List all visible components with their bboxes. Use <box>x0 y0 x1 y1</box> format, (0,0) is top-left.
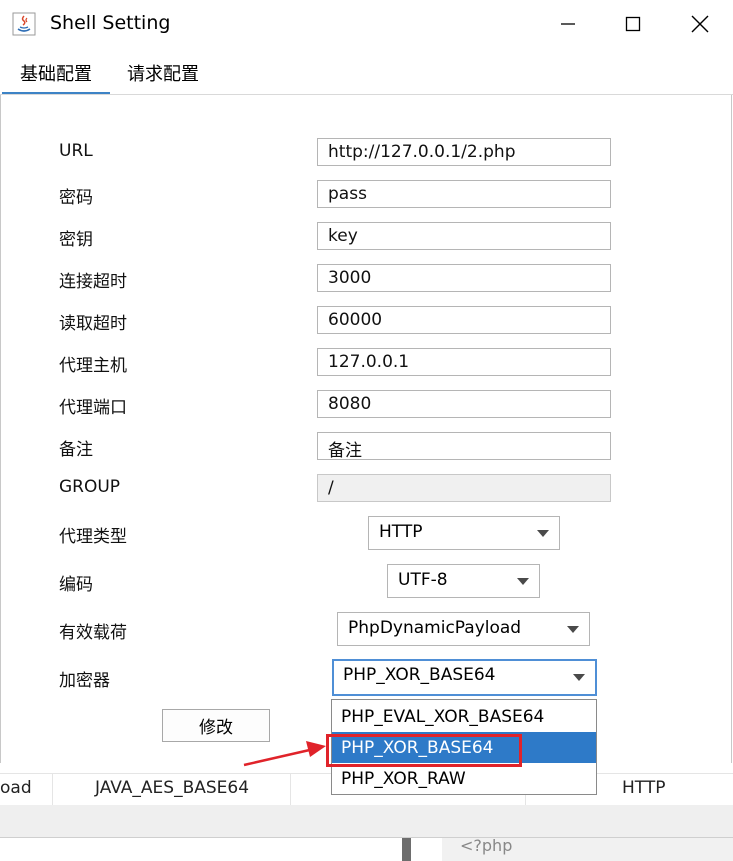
column-divider <box>52 774 53 805</box>
scrollbar-thumb[interactable] <box>402 838 411 861</box>
maximize-button[interactable] <box>600 0 666 48</box>
payload-value: PhpDynamicPayload <box>348 618 522 638</box>
table-cell: HTTP <box>622 778 666 798</box>
dropdown-option[interactable]: PHP_XOR_RAW <box>332 763 596 794</box>
chevron-down-icon <box>537 530 549 537</box>
label-password: 密码 <box>59 188 93 208</box>
encoding-value: UTF-8 <box>398 570 448 590</box>
encryptor-select[interactable]: PHP_XOR_BASE64 <box>332 659 597 696</box>
label-encoding: 编码 <box>59 575 93 595</box>
label-encryptor: 加密器 <box>59 671 110 691</box>
label-proxy-port: 代理端口 <box>59 398 127 418</box>
tab-bar: 基础配置 请求配置 <box>0 48 733 94</box>
proxy-type-value: HTTP <box>379 522 423 542</box>
close-button[interactable] <box>667 0 733 48</box>
url-field[interactable]: http://127.0.0.1/2.php <box>317 138 611 166</box>
annotation-arrow-icon <box>243 741 326 767</box>
label-payload: 有效载荷 <box>59 623 127 643</box>
read-timeout-field[interactable]: 60000 <box>317 306 611 334</box>
label-proxy-type: 代理类型 <box>59 527 127 547</box>
key-field[interactable]: key <box>317 222 611 250</box>
proxy-host-field[interactable]: 127.0.0.1 <box>317 348 611 376</box>
minimize-button[interactable] <box>535 0 601 48</box>
dropdown-option[interactable]: PHP_EVAL_XOR_BASE64 <box>332 701 596 732</box>
proxy-port-field[interactable]: 8080 <box>317 390 611 418</box>
remark-field[interactable]: 备注 <box>317 432 611 461</box>
maximize-icon <box>625 16 641 32</box>
payload-select[interactable]: PhpDynamicPayload <box>337 612 590 646</box>
chevron-down-icon <box>573 674 585 681</box>
group-field: / <box>317 474 611 502</box>
connect-timeout-field[interactable]: 3000 <box>317 264 611 292</box>
code-preview-text: <?php <box>460 836 513 855</box>
chevron-down-icon <box>517 578 529 585</box>
password-field[interactable]: pass <box>317 180 611 208</box>
encoding-select[interactable]: UTF-8 <box>387 564 540 598</box>
label-key: 密钥 <box>59 230 93 250</box>
proxy-type-select[interactable]: HTTP <box>368 516 560 550</box>
encryptor-value: PHP_XOR_BASE64 <box>343 665 496 685</box>
label-group: GROUP <box>59 477 121 497</box>
status-bar <box>0 805 733 838</box>
tab-request-config[interactable]: 请求配置 <box>127 60 199 86</box>
chevron-down-icon <box>567 626 579 633</box>
tab-basic-config[interactable]: 基础配置 <box>20 60 92 86</box>
title-bar: Shell Setting <box>0 0 733 48</box>
minimize-icon <box>561 23 575 25</box>
java-app-icon <box>12 12 36 36</box>
column-divider <box>290 774 291 805</box>
label-read-timeout: 读取超时 <box>59 314 127 334</box>
label-remark: 备注 <box>59 440 93 460</box>
annotation-highlight-box <box>326 734 522 767</box>
table-cell: JAVA_AES_BASE64 <box>95 778 250 798</box>
label-proxy-host: 代理主机 <box>59 356 127 376</box>
settings-panel: URL http://127.0.0.1/2.php 密码 pass 密钥 ke… <box>0 95 732 763</box>
table-cell: oad <box>0 778 32 798</box>
close-icon <box>691 15 709 33</box>
label-url: URL <box>59 141 93 161</box>
window-title: Shell Setting <box>50 12 171 34</box>
label-connect-timeout: 连接超时 <box>59 272 127 292</box>
